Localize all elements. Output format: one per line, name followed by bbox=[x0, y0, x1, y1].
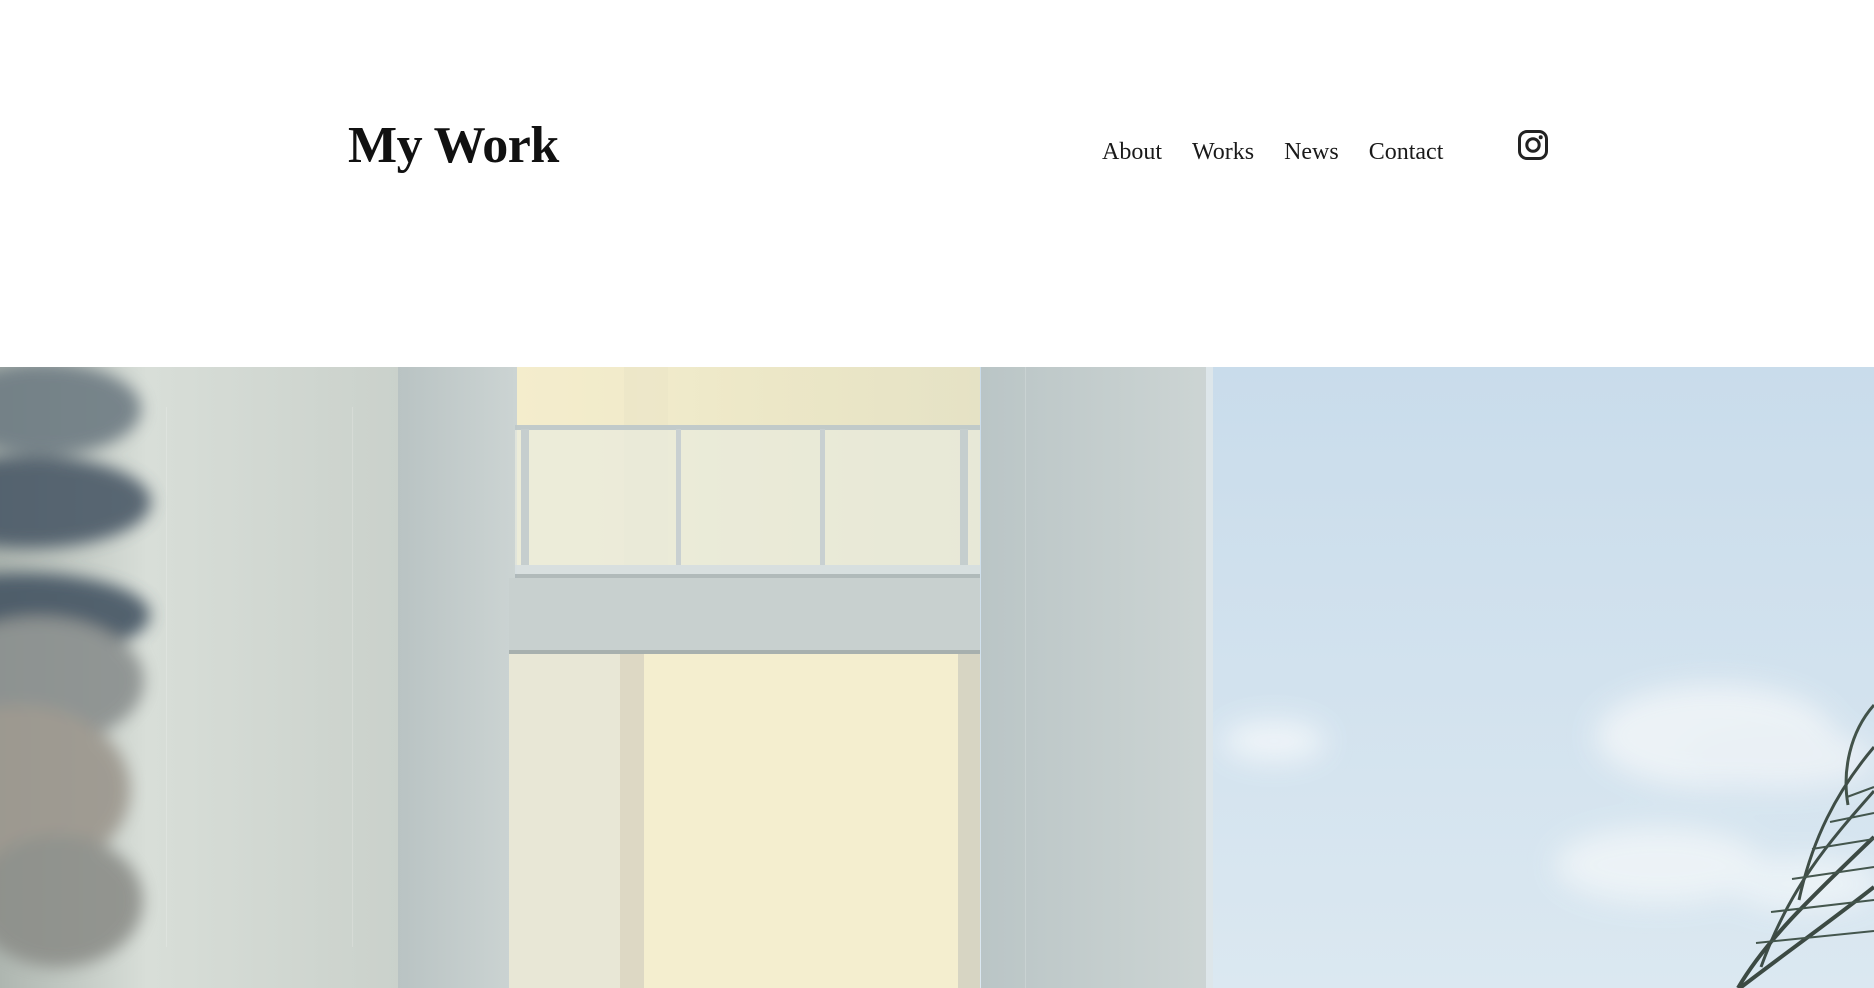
instagram-icon bbox=[1517, 129, 1549, 161]
main-nav: About Works News Contact bbox=[1102, 136, 1443, 168]
nav-item-about[interactable]: About bbox=[1102, 136, 1162, 168]
nav-item-works[interactable]: Works bbox=[1192, 136, 1254, 168]
hero-image bbox=[0, 367, 1874, 988]
site-header: My Work About Works News Contact bbox=[0, 0, 1874, 367]
nav-item-contact[interactable]: Contact bbox=[1369, 136, 1444, 168]
nav-item-news[interactable]: News bbox=[1284, 136, 1339, 168]
instagram-link[interactable] bbox=[1517, 129, 1549, 161]
site-title[interactable]: My Work bbox=[348, 110, 559, 182]
